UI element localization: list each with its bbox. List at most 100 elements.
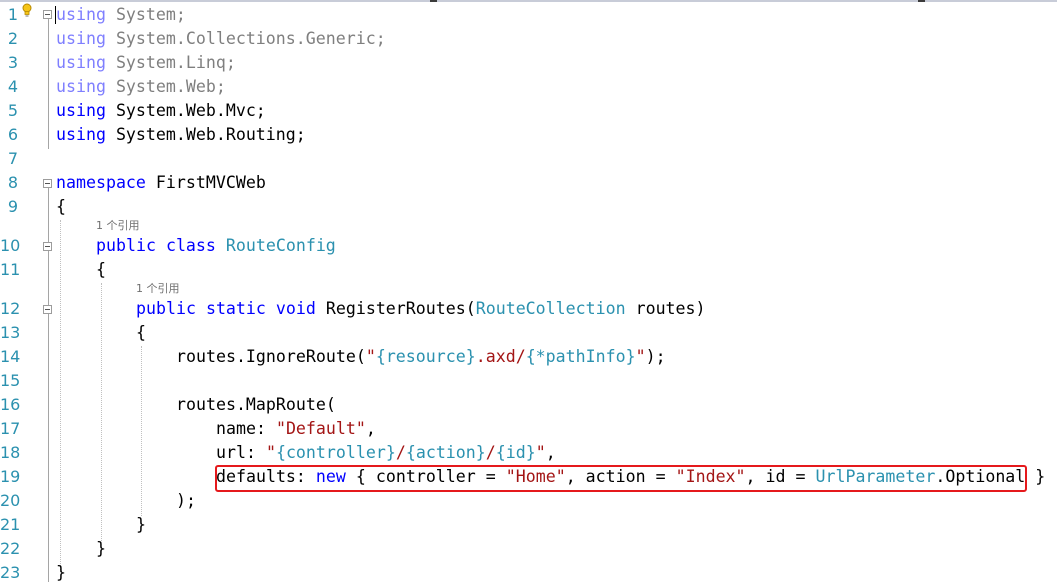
code-line-22[interactable]: }: [96, 537, 106, 561]
string-literal: ": [265, 443, 276, 462]
keyword: public: [96, 236, 156, 255]
line-number: 16: [0, 395, 21, 414]
line-number: 9: [7, 197, 18, 216]
code-line-8[interactable]: namespace FirstMVCWeb: [56, 171, 266, 195]
code-line-9[interactable]: {: [56, 195, 66, 219]
line-number: 5: [7, 101, 18, 120]
collapse-toggle-icon[interactable]: [43, 10, 52, 19]
scroll-marker: [430, 0, 437, 2]
code-editor[interactable]: 1 2 3 4 5 6 7 8 9 10 11 12 13 14 15 16 1…: [0, 0, 1057, 582]
named-argument: url:: [216, 443, 266, 462]
code-line-16[interactable]: routes.MapRoute(: [176, 393, 336, 417]
string-literal: ": [535, 443, 546, 462]
line-number: 6: [7, 125, 18, 144]
code-line-4[interactable]: using System.Web;: [56, 75, 226, 99]
code-line-20[interactable]: );: [176, 489, 196, 513]
code-line-6[interactable]: using System.Web.Routing;: [56, 123, 306, 147]
string-placeholder: {controller}: [275, 443, 396, 462]
indent-guide: [60, 220, 61, 572]
line-number: 1: [7, 5, 18, 24]
line-number: 10: [0, 236, 21, 255]
code-line-11[interactable]: {: [96, 258, 106, 282]
collapse-toggle-icon[interactable]: [43, 242, 52, 251]
line-number: 20: [0, 491, 21, 510]
line-number: 18: [0, 443, 21, 462]
line-number: 15: [0, 371, 21, 390]
string-placeholder: {action}: [405, 443, 486, 462]
keyword: public: [136, 299, 196, 318]
method-call: routes.IgnoreRoute(: [176, 347, 366, 366]
punctuation: ,: [365, 419, 376, 438]
indent-guide: [101, 283, 102, 541]
string-literal: /: [485, 443, 496, 462]
punctuation: ,: [545, 443, 556, 462]
type-name: RouteConfig: [225, 236, 336, 255]
keyword: void: [275, 299, 316, 318]
keyword: using: [56, 77, 106, 96]
keyword: using: [56, 5, 106, 24]
keyword: using: [56, 29, 106, 48]
code-line-14[interactable]: routes.IgnoreRoute("{resource}.axd/{*pat…: [176, 345, 666, 369]
line-number: 14: [0, 347, 21, 366]
scroll-marker: [918, 0, 925, 2]
code-line-1[interactable]: using System;: [56, 3, 186, 27]
namespace-name: System.Collections.Generic;: [105, 29, 386, 48]
line-number: 19: [0, 467, 21, 486]
string-literal: "Default": [275, 419, 366, 438]
code-line-13[interactable]: {: [136, 321, 146, 345]
punctuation: );: [645, 347, 666, 366]
keyword: using: [56, 101, 106, 120]
line-number: 11: [0, 260, 21, 279]
highlight-annotation-box: [215, 465, 1027, 492]
string-placeholder: {*pathInfo}: [525, 347, 636, 366]
code-line-12[interactable]: public static void RegisterRoutes(RouteC…: [136, 297, 706, 321]
code-line-10[interactable]: public class RouteConfig: [96, 234, 336, 258]
collapse-toggle-icon[interactable]: [43, 305, 52, 314]
line-number: 8: [7, 173, 18, 192]
method-name: RegisterRoutes(: [315, 299, 476, 318]
line-number: 4: [7, 77, 18, 96]
line-number: 3: [7, 53, 18, 72]
line-number: 12: [0, 299, 21, 318]
keyword: using: [56, 53, 106, 72]
line-number: 13: [0, 323, 21, 342]
string-literal: .axd/: [475, 347, 526, 366]
code-line-3[interactable]: using System.Linq;: [56, 51, 236, 75]
keyword: static: [205, 299, 266, 318]
namespace-name: System.Web.Routing;: [105, 125, 306, 144]
code-line-21[interactable]: }: [136, 513, 146, 537]
line-number: 7: [7, 149, 18, 168]
code-line-18[interactable]: url: "{controller}/{action}/{id}",: [216, 441, 556, 465]
namespace-name: System;: [105, 5, 186, 24]
line-number: 21: [0, 515, 21, 534]
namespace-name: System.Web.Mvc;: [105, 101, 266, 120]
outline-bracket: [48, 14, 49, 149]
line-number: 17: [0, 419, 21, 438]
line-number: 22: [0, 539, 21, 558]
code-line-5[interactable]: using System.Web.Mvc;: [56, 99, 266, 123]
line-number: 23: [0, 563, 21, 582]
code-line-17[interactable]: name: "Default",: [216, 417, 376, 441]
parameter: routes): [625, 299, 706, 318]
lightbulb-icon[interactable]: [22, 3, 32, 17]
keyword: class: [165, 236, 216, 255]
line-number: 2: [7, 29, 18, 48]
indent-guide: [141, 346, 142, 516]
namespace-name: System.Web;: [105, 77, 226, 96]
line-number-gutter: 1 2 3 4 5 6 7 8 9 10 11 12 13 14 15 16 1…: [0, 0, 20, 582]
namespace-name: System.Linq;: [105, 53, 236, 72]
editor-top-border: [0, 0, 1057, 2]
keyword: namespace: [56, 173, 146, 192]
namespace-name: FirstMVCWeb: [145, 173, 266, 192]
codelens-references[interactable]: 1 个引用: [136, 281, 180, 297]
collapse-toggle-icon[interactable]: [43, 179, 52, 188]
string-literal: ": [365, 347, 376, 366]
string-literal: ": [635, 347, 646, 366]
string-placeholder: {resource}: [375, 347, 476, 366]
type-name: RouteCollection: [475, 299, 626, 318]
code-line-2[interactable]: using System.Collections.Generic;: [56, 27, 386, 51]
named-argument: name:: [216, 419, 276, 438]
code-line-23[interactable]: }: [56, 561, 66, 585]
keyword: using: [56, 125, 106, 144]
codelens-references[interactable]: 1 个引用: [96, 218, 140, 234]
